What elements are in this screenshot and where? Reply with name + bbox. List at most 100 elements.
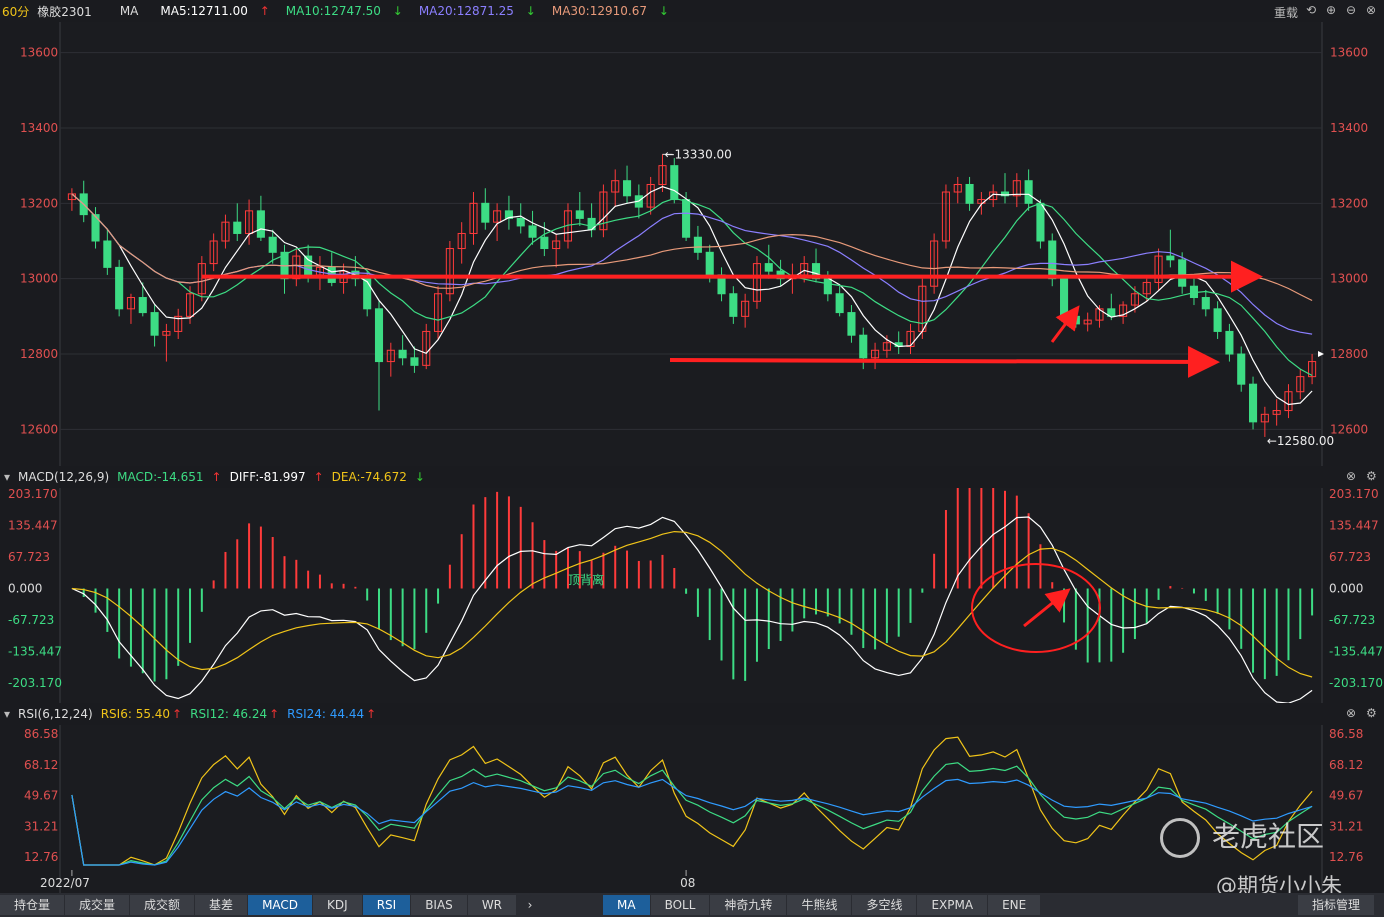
macd-axis-label-left: 135.447 — [8, 518, 58, 532]
price-axis-label-left: 13000 — [20, 272, 58, 286]
tab2-6[interactable]: ENE — [988, 895, 1041, 915]
rsi-axis-label-right: 68.12 — [1329, 758, 1363, 772]
rsi-title[interactable]: RSI(6,12,24) — [18, 707, 93, 721]
tab2-5[interactable]: EXPMA — [917, 895, 988, 915]
rsi-axis-label-left: 12.76 — [24, 850, 58, 864]
tab-成交额[interactable]: 成交额 — [130, 895, 195, 915]
macd-header: ▾ MACD(12,26,9) MACD:-14.651 ↑ DIFF:-81.… — [0, 466, 1384, 488]
candle-body — [150, 312, 159, 336]
rsi-panel[interactable]: 86.58 86.58 68.12 68.12 49.67 49.67 31.21 31.21… — [0, 725, 1384, 893]
price-axis-label-right: 13200 — [1330, 196, 1368, 210]
tab-bias[interactable]: BIAS — [411, 895, 467, 915]
price-chart[interactable]: 13600 13600 13400 13400 13200 13200 13000 13000… — [0, 22, 1384, 466]
tab-wr[interactable]: WR — [467, 895, 517, 915]
rsi-chart[interactable]: 86.58 86.58 68.12 68.12 49.67 49.67 31.21 31.21… — [0, 725, 1384, 893]
candle-body — [682, 199, 691, 238]
tab-group-1: 持仓量 成交量 成交额 基差 MACD KDJ RSI BIAS WR — [0, 895, 517, 915]
candle-body — [622, 180, 632, 197]
candle-body — [1036, 202, 1045, 242]
zoom-in-icon[interactable]: ⊕ — [1326, 3, 1336, 17]
candle-body — [1225, 330, 1234, 355]
candle-body — [540, 236, 549, 250]
ma20-label: MA20:12871.25 ↓ — [418, 4, 536, 18]
chevron-right-icon[interactable]: › — [517, 898, 543, 912]
indicator-label[interactable]: MA — [120, 4, 139, 18]
rsi-header: ▾ RSI(6,12,24) RSI6: 55.40 ↑ RSI12: 46.2… — [0, 703, 1384, 725]
collapse-icon[interactable]: ▾ — [4, 707, 10, 721]
tab2-4[interactable]: 多空线 — [852, 895, 917, 915]
candle-body — [1024, 180, 1033, 204]
candle-body — [233, 221, 242, 234]
macd-axis-label-right: 67.723 — [1329, 550, 1371, 564]
tab-kdj[interactable]: KDJ — [313, 895, 362, 915]
rsi-close-icon[interactable]: ⊗ — [1346, 706, 1356, 720]
symbol-label[interactable]: 橡胶2301 — [37, 3, 92, 20]
price-axis-label-left: 13400 — [20, 121, 58, 135]
plot-bg — [60, 488, 1322, 703]
candle-body — [835, 293, 844, 314]
price-panel[interactable]: 13600 13600 13400 13400 13200 13200 13000 13000… — [0, 22, 1384, 466]
close-icon[interactable]: ⊗ — [1366, 3, 1376, 17]
indicator-tab-bar: 持仓量 成交量 成交额 基差 MACD KDJ RSI BIAS WR › MA BOLL 神奇九转… — [0, 893, 1384, 917]
rsi-axis-label-left: 68.12 — [24, 758, 58, 772]
tab2-3[interactable]: 牛熊线 — [787, 895, 852, 915]
candle-body — [103, 240, 112, 268]
macd-chart[interactable]: 203.170 203.170 135.447 135.447 67.723 67.723… — [0, 488, 1384, 703]
candle-body — [374, 308, 384, 363]
candle-body — [705, 251, 714, 276]
rsi-axis-label-right: 31.21 — [1329, 819, 1363, 833]
macd-close-icon[interactable]: ⊗ — [1346, 469, 1356, 483]
macd-axis-label-left: 67.723 — [8, 550, 50, 564]
undo-icon[interactable]: ⟲ — [1306, 3, 1316, 17]
tab-group-2: MA BOLL 神奇九转 牛熊线 多空线 EXPMA ENE — [603, 895, 1041, 915]
candle-body — [256, 210, 265, 238]
candle-body — [859, 334, 868, 359]
period-label[interactable]: 60分 — [2, 3, 29, 20]
tab-rsi[interactable]: RSI — [362, 895, 411, 915]
candle-body — [481, 202, 490, 223]
macd-axis-label-right: 203.170 — [1329, 488, 1379, 501]
x-label: 08 — [680, 876, 695, 890]
rsi-settings-icon[interactable]: ⚙ — [1366, 706, 1377, 720]
low-annotation: ←12580.00 — [1267, 434, 1334, 448]
macd-axis-label-right: -135.447 — [1329, 645, 1383, 659]
macd-axis-label-right: -203.170 — [1329, 676, 1383, 690]
rsi12-value: RSI12: 46.24 — [190, 707, 268, 721]
macd-settings-icon[interactable]: ⚙ — [1366, 469, 1377, 483]
tab2-1[interactable]: BOLL — [650, 895, 710, 915]
candle-body — [268, 236, 277, 253]
candle-body — [398, 349, 407, 359]
tab-持仓量[interactable]: 持仓量 — [0, 895, 65, 915]
macd-note: 顶背离 — [568, 572, 604, 587]
candle-body — [1248, 383, 1258, 423]
tab-macd[interactable]: MACD — [248, 895, 313, 915]
high-annotation: ←13330.00 — [664, 147, 731, 161]
macd-title[interactable]: MACD(12,26,9) — [18, 470, 109, 484]
up-arrow-icon: ↑ — [172, 707, 183, 721]
candle-body — [138, 297, 147, 314]
support-arrow — [669, 345, 1220, 378]
tab-成交量[interactable]: 成交量 — [65, 895, 130, 915]
ma10-label: MA10:12747.50 ↓ — [285, 4, 403, 18]
macd-axis-label-left: -135.447 — [8, 645, 62, 659]
candle-body — [1237, 353, 1246, 385]
candle-body — [729, 293, 738, 317]
tab-基差[interactable]: 基差 — [195, 895, 248, 915]
indicator-manager-button[interactable]: 指标管理 — [1297, 895, 1374, 915]
price-axis-label-left: 12600 — [20, 422, 58, 436]
tab2-0[interactable]: MA — [603, 895, 650, 915]
rsi-axis-label-right: 49.67 — [1329, 789, 1363, 803]
ma30-label: MA30:12910.67 ↓ — [551, 4, 669, 18]
macd-panel[interactable]: 203.170 203.170 135.447 135.447 67.723 67.723… — [0, 488, 1384, 703]
price-axis-label-left: 12800 — [20, 347, 58, 361]
candle-body — [1060, 278, 1069, 317]
price-axis-label-right: 12600 — [1330, 422, 1368, 436]
reload-button[interactable]: 重载 — [1274, 4, 1298, 21]
zoom-out-icon[interactable]: ⊖ — [1346, 3, 1356, 17]
up-arrow-icon: ↑ — [366, 707, 377, 721]
collapse-icon[interactable]: ▾ — [4, 470, 10, 484]
price-axis-label-right: 13000 — [1330, 272, 1368, 286]
price-axis-label-left: 13200 — [20, 196, 58, 210]
tab2-2[interactable]: 神奇九转 — [710, 895, 787, 915]
tiger-logo-icon — [1160, 818, 1200, 858]
